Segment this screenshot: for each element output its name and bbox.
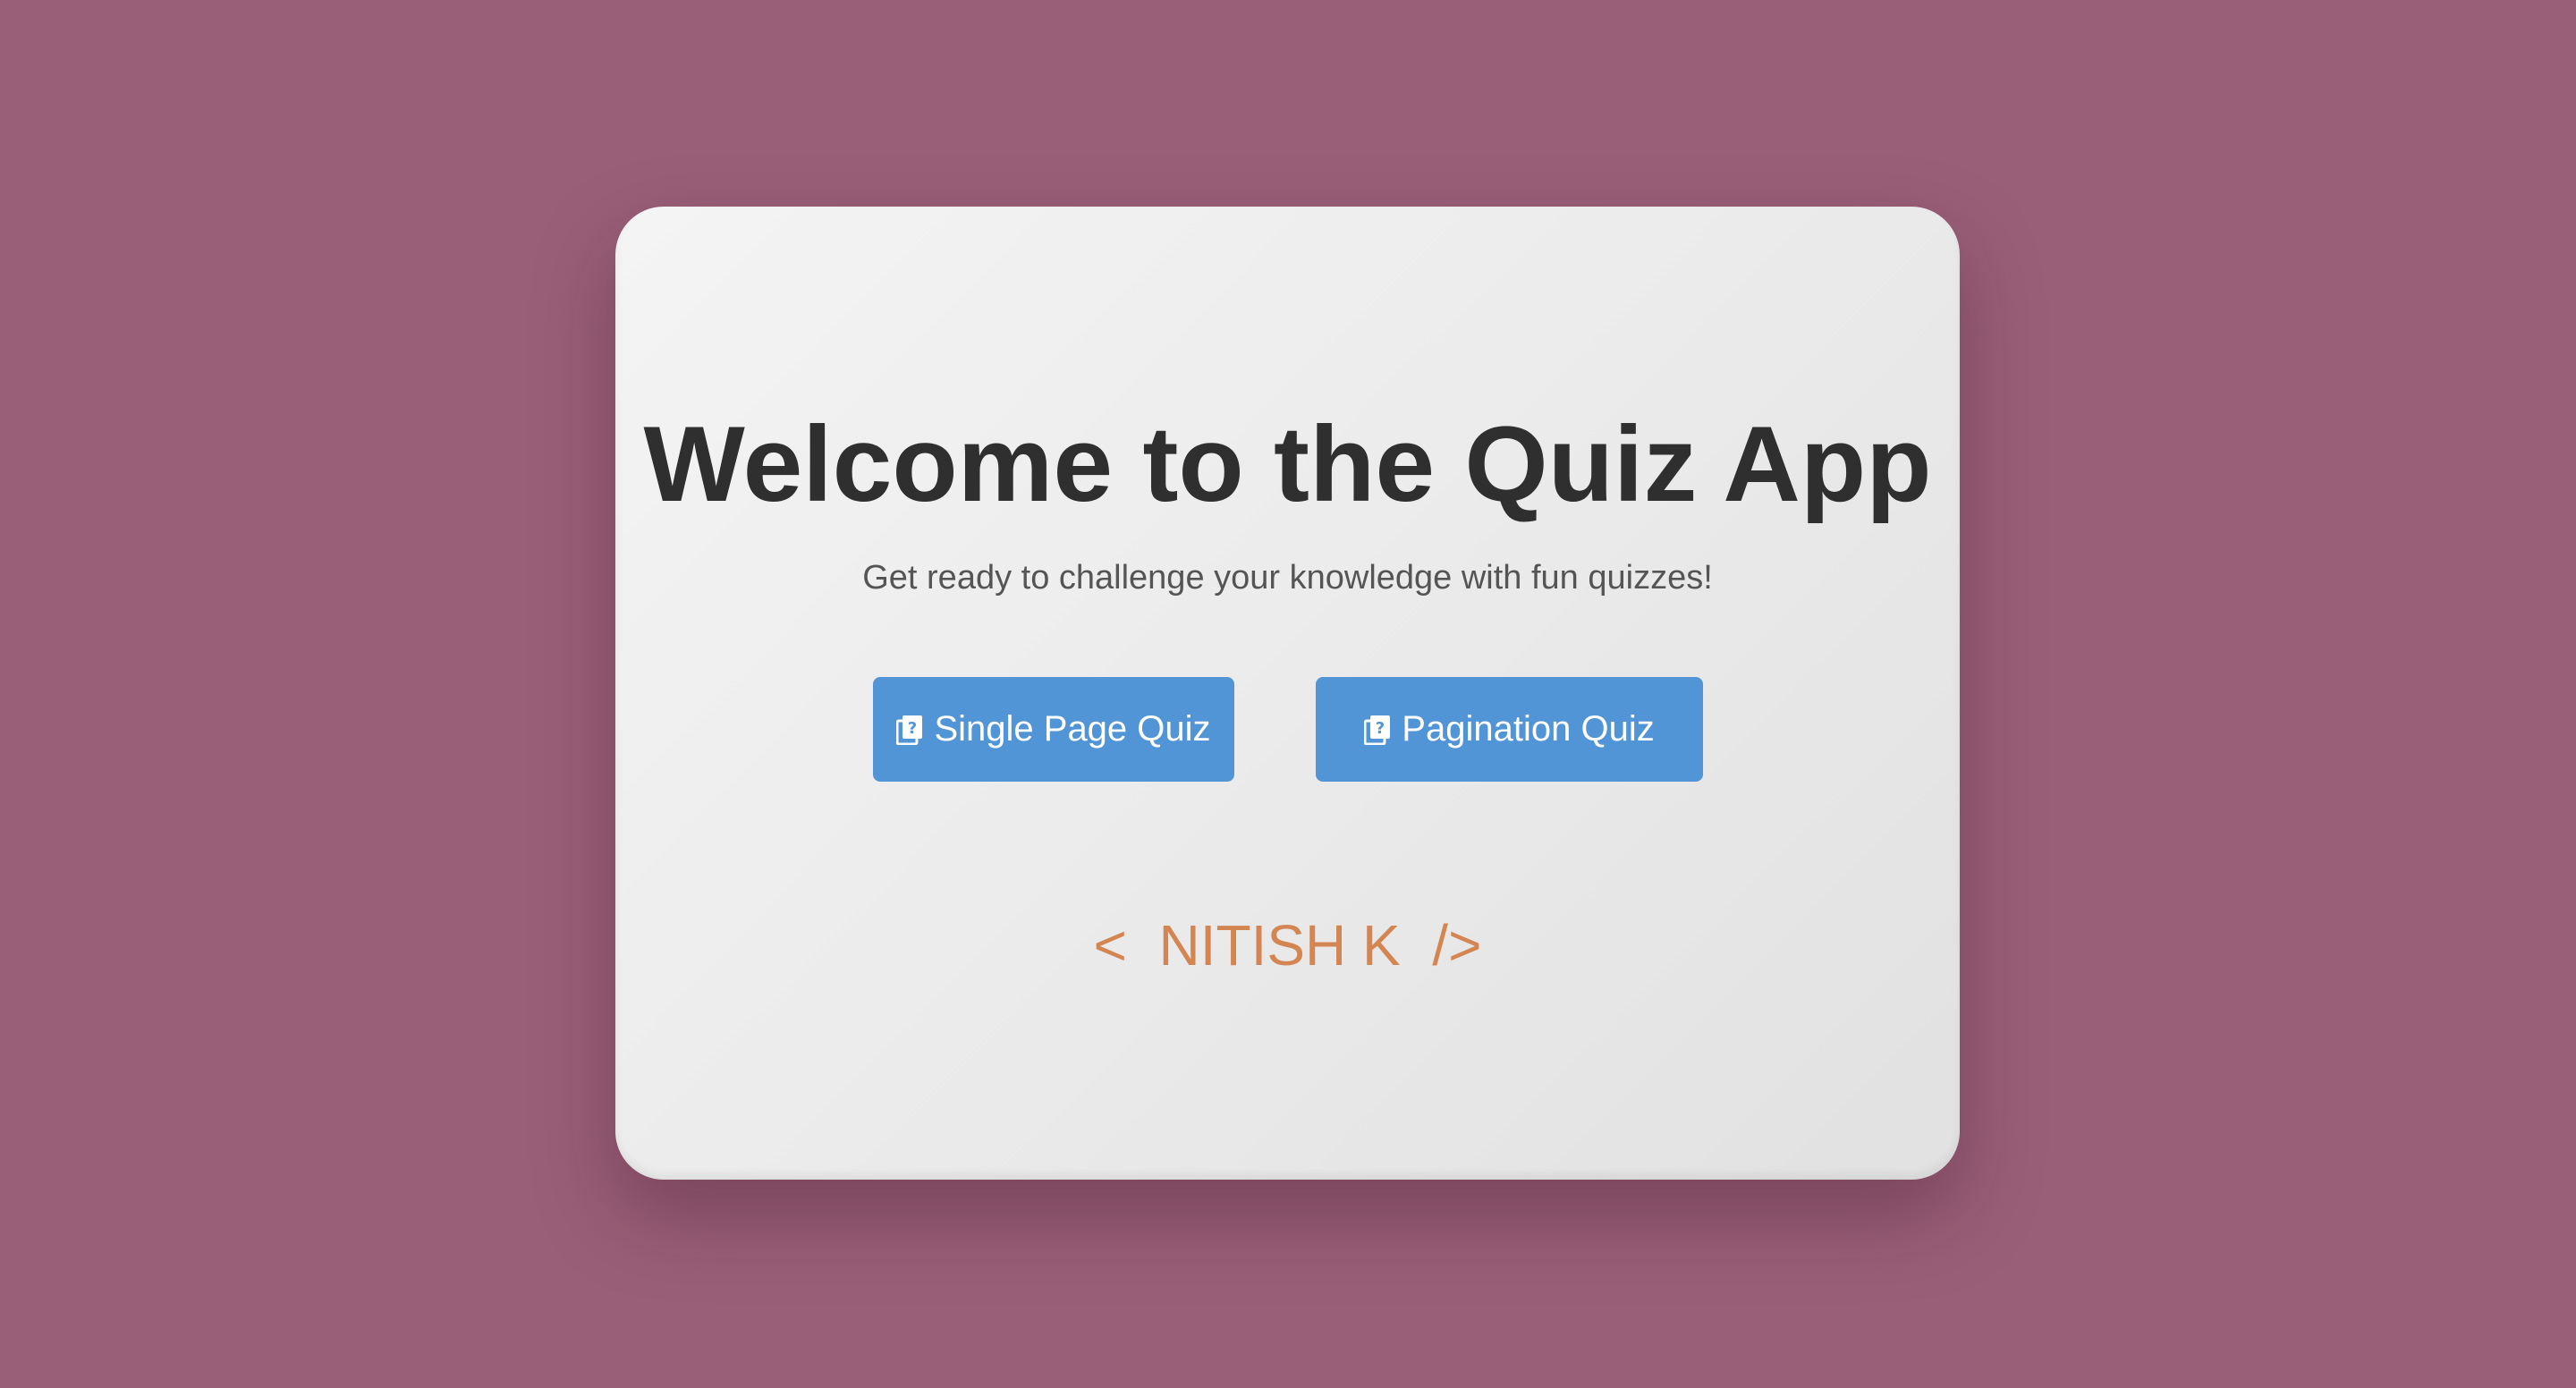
quiz-icon: ? [896,715,923,745]
welcome-card: Welcome to the Quiz App Get ready to cha… [615,207,1960,1180]
svg-text:?: ? [1376,719,1385,738]
single-page-quiz-button[interactable]: ? Single Page Quiz [873,677,1234,782]
svg-text:?: ? [908,719,917,738]
page-subtitle: Get ready to challenge your knowledge wi… [862,559,1713,597]
author-signature: < NITISH K /> [615,911,1960,979]
signature-close-bracket: /> [1432,913,1482,978]
signature-name: NITISH K [1158,913,1401,978]
single-page-quiz-label: Single Page Quiz [934,709,1211,749]
page-title: Welcome to the Quiz App [643,404,1932,524]
quiz-icon: ? [1364,715,1391,745]
pagination-quiz-button[interactable]: ? Pagination Quiz [1316,677,1703,782]
signature-open-bracket: < [1093,913,1127,978]
pagination-quiz-label: Pagination Quiz [1402,709,1655,749]
